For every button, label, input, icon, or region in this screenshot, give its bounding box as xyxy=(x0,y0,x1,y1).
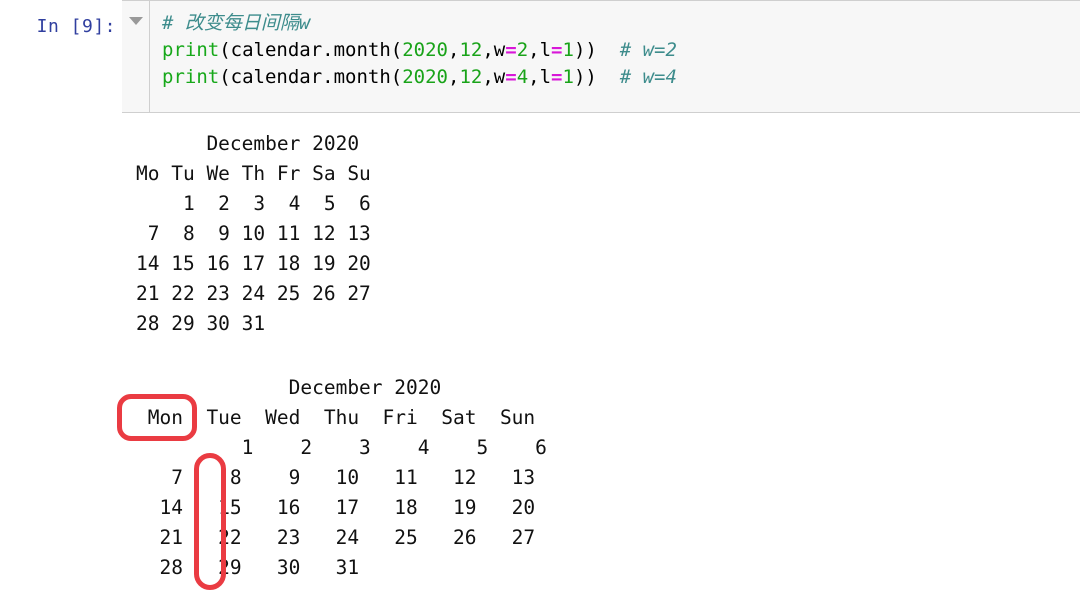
cell-collapse-gutter[interactable] xyxy=(122,1,150,112)
chevron-down-icon[interactable] xyxy=(128,17,143,25)
code-line: # 改变每日间隔w xyxy=(162,10,1080,37)
code-token-op: = xyxy=(551,66,563,88)
code-token-num: 12 xyxy=(459,39,483,61)
code-token-plain: )) xyxy=(573,39,620,61)
code-token-plain: ,w xyxy=(482,66,506,88)
code-token-plain: (calendar.month( xyxy=(219,39,403,61)
code-token-op: = xyxy=(551,39,563,61)
code-token-num: 4 xyxy=(516,66,529,88)
code-token-plain: , xyxy=(448,39,460,61)
code-token-plain: ,w xyxy=(482,39,506,61)
code-token-op: = xyxy=(505,39,517,61)
code-token-num: 1 xyxy=(562,66,574,88)
code-token-num: 12 xyxy=(459,66,483,88)
code-token-builtin: print xyxy=(162,39,220,61)
output-calendar-w4: December 2020 Mon Tue Wed Thu Fri Sat Su… xyxy=(147,376,547,579)
code-editor-area[interactable]: # 改变每日间隔w print(calendar.month(2020,12,w=… xyxy=(150,1,1080,112)
code-line: print(calendar.month(2020,12,w=2,l=1)) #… xyxy=(162,37,1080,64)
code-token-comment: # w=4 xyxy=(619,66,677,88)
code-token-plain: ,l xyxy=(528,66,552,88)
output-calendar-w2: December 2020 Mo Tu We Th Fr Sa Su 1 2 3… xyxy=(136,132,371,335)
code-token-comment: # 改变每日间隔w xyxy=(162,12,311,34)
code-cell-container[interactable]: # 改变每日间隔w print(calendar.month(2020,12,w=… xyxy=(122,0,1080,113)
code-token-num: 1 xyxy=(562,39,574,61)
code-token-plain: (calendar.month( xyxy=(219,66,403,88)
code-token-num: 2020 xyxy=(402,39,448,61)
notebook-input-cell[interactable]: In [9]: # 改变每日间隔w print(calendar.month(20… xyxy=(0,0,1080,113)
code-token-builtin: print xyxy=(162,66,220,88)
code-line: print(calendar.month(2020,12,w=4,l=1)) #… xyxy=(162,64,1080,91)
code-token-plain: )) xyxy=(573,66,620,88)
code-token-comment: # w=2 xyxy=(619,39,677,61)
code-token-op: = xyxy=(505,66,517,88)
input-prompt-label: In [9]: xyxy=(36,16,116,37)
code-token-plain: , xyxy=(448,66,460,88)
code-token-plain: ,l xyxy=(528,39,552,61)
code-token-num: 2020 xyxy=(402,66,448,88)
code-token-num: 2 xyxy=(516,39,529,61)
